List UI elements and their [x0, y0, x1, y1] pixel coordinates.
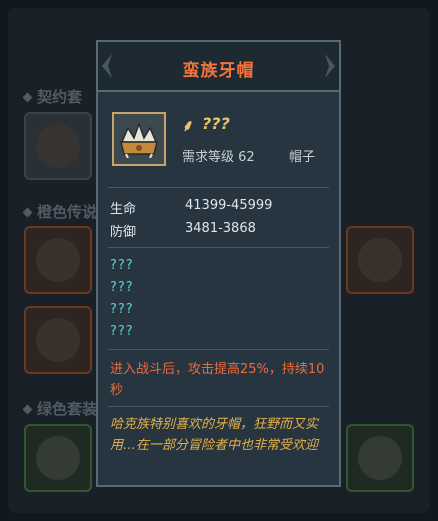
set-effect: 进入战斗后，攻击提高25%，持续10秒 — [110, 362, 325, 398]
stat-name-hp: 生命 — [110, 202, 137, 217]
equipment-slot[interactable] — [346, 424, 414, 492]
level-requirement: 需求等级 62 — [182, 150, 255, 165]
unknown-attribute: ??? — [110, 280, 134, 295]
rarity-label: ??? — [202, 114, 230, 133]
item-icon — [36, 238, 80, 282]
stat-name-defense: 防御 — [110, 225, 137, 240]
divider — [108, 247, 329, 248]
section-label: 橙色传说 — [37, 203, 98, 221]
divider — [108, 187, 329, 188]
unknown-attribute: ??? — [110, 258, 134, 273]
stat-value-hp: 41399-45999 — [185, 198, 273, 213]
item-icon — [36, 318, 80, 362]
item-tooltip: 蛮族牙帽 ⸙ ??? 需求等级 62 帽子 生命 41399-45999 防御 … — [96, 40, 341, 487]
diamond-icon — [22, 207, 33, 218]
section-label: 绿色套装 — [37, 400, 98, 418]
unknown-attribute: ??? — [110, 324, 134, 339]
slot-type: 帽子 — [289, 150, 316, 165]
stat-value-defense: 3481-3868 — [185, 221, 256, 236]
equipment-slot[interactable] — [24, 306, 92, 374]
divider — [108, 406, 329, 407]
diamond-icon — [22, 404, 33, 415]
item-portrait — [112, 112, 166, 166]
diamond-icon — [22, 92, 33, 103]
item-icon — [36, 124, 80, 168]
item-icon — [36, 436, 80, 480]
item-icon — [358, 238, 402, 282]
section-title-orange: 橙色传说 — [22, 201, 98, 222]
unknown-attribute: ??? — [110, 302, 134, 317]
item-icon — [358, 436, 402, 480]
section-title-contract: 契约套 — [22, 86, 83, 107]
equipment-slot[interactable] — [24, 112, 92, 180]
tooltip-header: 蛮族牙帽 — [98, 42, 339, 92]
equipment-slot[interactable] — [24, 424, 92, 492]
section-title-green: 绿色套装 — [22, 398, 98, 419]
divider — [108, 349, 329, 350]
equipment-slot[interactable] — [346, 226, 414, 294]
item-title: 蛮族牙帽 — [182, 61, 255, 81]
fang-helmet-icon — [120, 121, 158, 158]
flavor-text: 哈克族特别喜欢的牙帽，狂野而又实用…在一部分冒险者中也非常受欢迎 — [110, 417, 319, 453]
equipment-slot[interactable] — [24, 226, 92, 294]
section-label: 契约套 — [37, 88, 83, 106]
rarity-icon: ⸙ — [182, 116, 195, 135]
